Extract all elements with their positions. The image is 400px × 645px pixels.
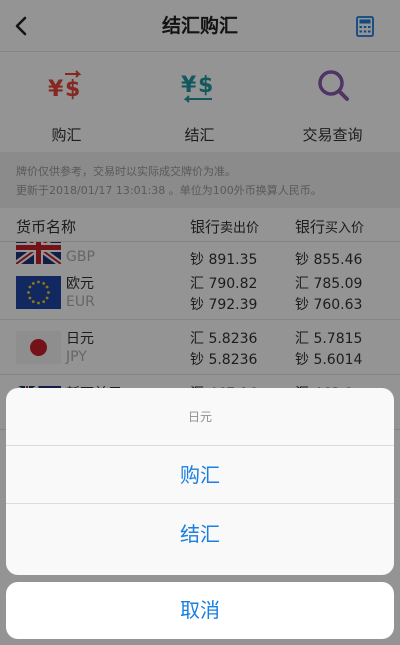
sheet-buy-button[interactable]: 购汇 [6,446,394,504]
action-sheet: 日元 购汇 结汇 [6,388,394,575]
action-sheet-title: 日元 [6,388,394,446]
sheet-sell-button[interactable]: 结汇 [6,505,394,563]
sheet-cancel-button[interactable]: 取消 [6,582,394,639]
